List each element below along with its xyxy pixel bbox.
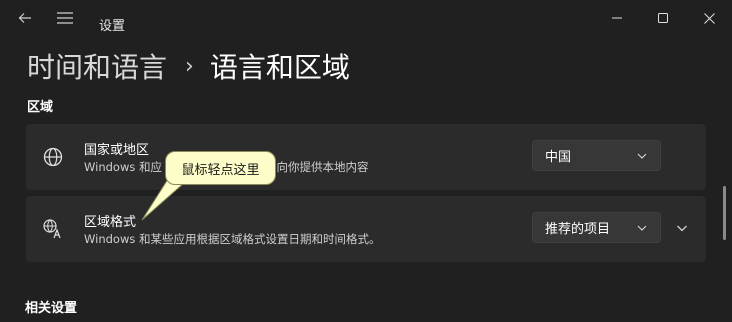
back-button[interactable]	[8, 0, 42, 36]
expand-button[interactable]	[672, 218, 692, 238]
related-settings-title: 相关设置	[25, 301, 78, 316]
format-selected-value: 推荐的项目	[545, 222, 611, 237]
close-button[interactable]	[686, 0, 732, 36]
back-arrow-icon	[18, 13, 31, 23]
regional-format-dropdown[interactable]: 推荐的项目	[532, 212, 661, 243]
maximize-icon	[658, 13, 668, 23]
country-region-card: 国家或地区 Windows 和应 国家或地区向你提供本地内容 中国	[26, 124, 706, 190]
maximize-button[interactable]	[640, 0, 686, 36]
navigation-menu-button[interactable]	[48, 0, 82, 36]
chevron-down-icon	[637, 225, 647, 231]
region-section-title: 区域	[27, 100, 54, 115]
breadcrumb-separator: ›	[185, 53, 194, 79]
settings-window: 设置 时间和语言 › 语言和区域 区域 国家或地区 Windows 和应 国家或…	[0, 0, 732, 322]
page-title: 语言和区域	[209, 51, 350, 84]
chevron-down-icon	[637, 153, 647, 159]
app-title: 设置	[99, 19, 126, 34]
minimize-icon	[612, 17, 622, 19]
title-bar: 设置	[0, 0, 732, 36]
close-icon	[703, 12, 715, 24]
breadcrumb: 时间和语言 › 语言和区域	[27, 46, 350, 86]
expand-chevron-icon	[677, 225, 687, 232]
regional-format-icon	[42, 218, 64, 240]
scrollbar-thumb[interactable]	[723, 186, 726, 240]
breadcrumb-parent[interactable]: 时间和语言	[27, 46, 167, 86]
minimize-button[interactable]	[594, 0, 640, 36]
country-desc-left: Windows 和应	[84, 160, 162, 174]
globe-icon	[42, 146, 64, 168]
callout-tooltip: 鼠标轻点这里	[165, 151, 276, 185]
country-selected-value: 中国	[545, 150, 572, 165]
regional-format-description: Windows 和某些应用根据区域格式设置日期和时间格式。	[84, 232, 381, 246]
hamburger-menu-icon	[57, 12, 73, 24]
country-region-dropdown[interactable]: 中国	[532, 140, 661, 171]
regional-format-card[interactable]: 区域格式 Windows 和某些应用根据区域格式设置日期和时间格式。 推荐的项目	[26, 196, 706, 262]
country-region-title: 国家或地区	[84, 143, 150, 158]
regional-format-title: 区域格式	[84, 215, 137, 230]
